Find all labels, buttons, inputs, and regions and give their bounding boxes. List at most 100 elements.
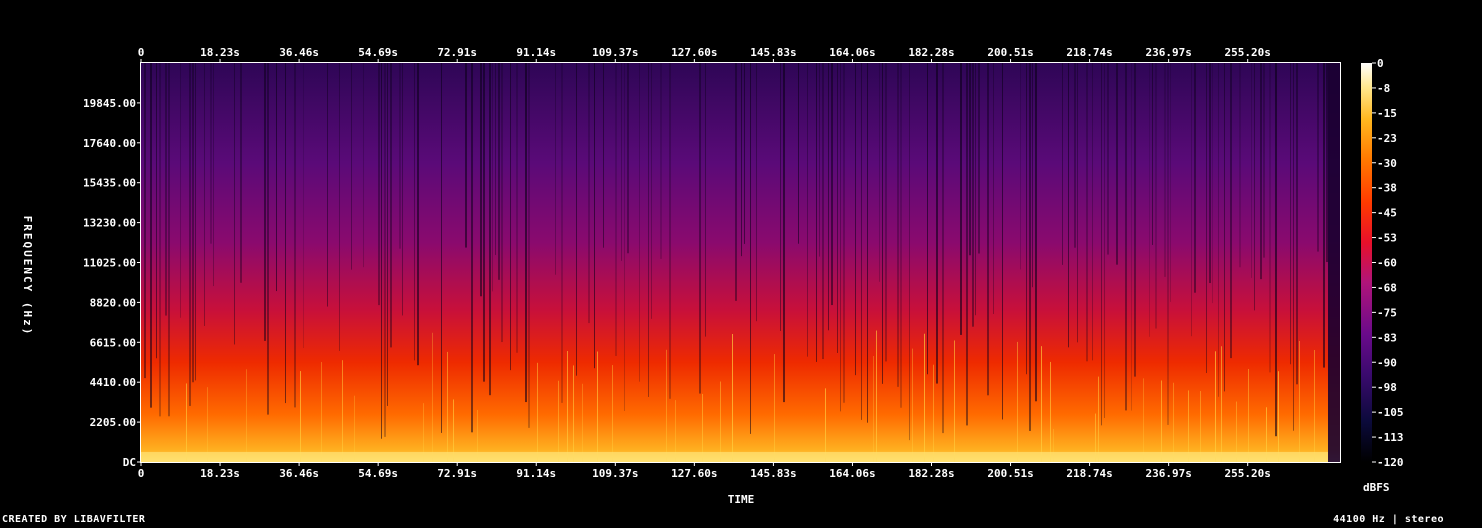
x-tick-label-top: 72.91s — [437, 46, 477, 59]
spectrogram-column-dark — [1035, 63, 1037, 402]
spectrogram-column-bright — [774, 354, 775, 462]
spectrogram-column-dark — [1104, 63, 1105, 418]
spectrogram-column-dark — [192, 63, 194, 383]
spectrogram-column-bright — [246, 369, 247, 462]
x-tick-label-top: 18.23s — [200, 46, 240, 59]
spectrogram-column-dark — [594, 63, 595, 369]
spectrogram-column-bright — [702, 393, 703, 462]
spectrogram-column-dark — [1224, 63, 1225, 392]
spectrogram-column-dark — [441, 63, 442, 433]
spectrogram-column-dark — [1167, 63, 1169, 425]
spectrogram-column-dark — [1032, 63, 1033, 288]
spectrogram-column-bright — [573, 365, 574, 462]
x-tick-label-bottom: 18.23s — [200, 467, 240, 480]
spectrogram-column-dark — [735, 63, 737, 301]
spectrogram-column-dark — [1212, 63, 1213, 304]
spectrogram-column-dark — [165, 63, 167, 316]
x-tick-label-top: 145.83s — [750, 46, 796, 59]
y-tick-label: 4410.00 — [90, 376, 136, 389]
x-tick-label-bottom: 236.97s — [1145, 467, 1191, 480]
spectrogram-column-dark — [1074, 63, 1076, 248]
spectrogram-column-dark — [156, 63, 157, 359]
x-tick-label-top: 127.60s — [671, 46, 717, 59]
spectrogram-column-dark — [327, 63, 328, 307]
x-tick-label-top: 54.69s — [358, 46, 398, 59]
spectrogram-column-dark — [1092, 63, 1093, 361]
spectrogram-column-dark — [1317, 63, 1319, 252]
spectrogram-column-bright — [1041, 346, 1042, 462]
colorbar-unit: dBFS — [1363, 481, 1390, 494]
spectrogram-column-dark — [1260, 63, 1262, 280]
spectrogram-bass-band — [141, 452, 1328, 462]
spectrogram-column-bright — [342, 360, 343, 462]
spectrogram-column-dark — [1068, 63, 1069, 348]
spectrogram-column-dark — [909, 63, 910, 441]
spectrogram-column-dark — [480, 63, 482, 297]
spectrogram-column-bright — [537, 362, 538, 462]
spectrogram-column-dark — [1323, 63, 1325, 368]
colorbar-tick-label: -75 — [1377, 306, 1397, 319]
x-tick-label-bottom: 145.83s — [750, 467, 796, 480]
spectrogram-column-bright — [300, 371, 301, 462]
spectrogram-column-dark — [1230, 63, 1232, 359]
spectrogram-column-dark — [495, 63, 496, 256]
x-tick-label-bottom: 54.69s — [358, 467, 398, 480]
x-tick-label-bottom: 255.20s — [1225, 467, 1271, 480]
colorbar-tick-label: -15 — [1377, 107, 1397, 120]
spectrogram-column-bright — [567, 351, 568, 462]
spectrogram-column-dark — [831, 63, 833, 306]
spectrogram-tail — [1328, 63, 1340, 462]
y-tick-label: 6615.00 — [90, 336, 136, 349]
spectrogram-column-dark — [516, 63, 518, 353]
spectrogram-column-dark — [1209, 63, 1211, 284]
spectrogram-column-bright — [1098, 376, 1099, 462]
spectrogram-column-dark — [936, 63, 938, 384]
spectrogram-column-bright — [612, 365, 613, 462]
spectrogram-column-dark — [783, 63, 785, 403]
spectrogram-column-dark — [669, 63, 671, 399]
spectrogram-column-dark — [627, 63, 629, 254]
spectrogram-column-dark — [900, 63, 902, 408]
spectrogram-column-dark — [1149, 63, 1150, 337]
spectrogram-column-dark — [603, 63, 604, 248]
spectrogram-column-dark — [501, 63, 503, 343]
spectrogram-column-dark — [402, 63, 403, 316]
spectrogram-column-dark — [1170, 63, 1171, 302]
spectrogram-column-dark — [975, 63, 976, 316]
colorbar-tick-label: -23 — [1377, 132, 1397, 145]
y-axis: DC 2205.00 4410.00 6615.00 8820.00 11025.00 13… — [83, 97, 141, 469]
spectrogram-column-dark — [966, 63, 968, 426]
x-tick-label-top: 36.46s — [279, 46, 319, 59]
spectrogram-column-dark — [660, 63, 662, 259]
spectrogram-column-dark — [180, 63, 181, 318]
spectrogram-column-dark — [807, 63, 808, 357]
x-tick-label-top: 164.06s — [829, 46, 875, 59]
spectrogram-column-dark — [1062, 63, 1063, 265]
spectrogram-column-dark — [294, 63, 296, 408]
spectrogram-column-dark — [267, 63, 269, 415]
spectrogram-column-dark — [1086, 63, 1088, 362]
spectrogram-column-bright — [825, 388, 826, 462]
colorbar-tick-label: -113 — [1377, 431, 1404, 444]
spectrogram-column-bright — [1278, 371, 1279, 462]
y-tick-label: 19845.00 — [83, 97, 136, 110]
spectrogram-column-dark — [993, 63, 994, 314]
x-axis-label: TIME — [728, 493, 755, 506]
spectrogram-column-dark — [390, 63, 392, 348]
spectrogram-column-dark — [387, 63, 388, 406]
spectrogram-column-dark — [882, 63, 883, 384]
spectrogram-column-dark — [498, 63, 500, 280]
spectrogram-column-dark — [1116, 63, 1118, 265]
spectrogram-column-bright — [1299, 340, 1300, 462]
spectrogram-column-dark — [1263, 63, 1265, 258]
spectrogram-column-dark — [525, 63, 527, 403]
spectrogram-column-dark — [885, 63, 887, 362]
spectrogram-column-dark — [1191, 63, 1192, 337]
spectrogram-column-dark — [561, 63, 563, 403]
y-tick-label: DC — [123, 456, 136, 469]
y-tick-label: 13230.00 — [83, 217, 136, 230]
x-tick-label-bottom: 200.51s — [987, 467, 1033, 480]
spectrogram-column-dark — [351, 63, 352, 270]
x-tick-label-top: 0 — [138, 46, 145, 59]
colorbar-tick-label: -53 — [1377, 232, 1397, 245]
